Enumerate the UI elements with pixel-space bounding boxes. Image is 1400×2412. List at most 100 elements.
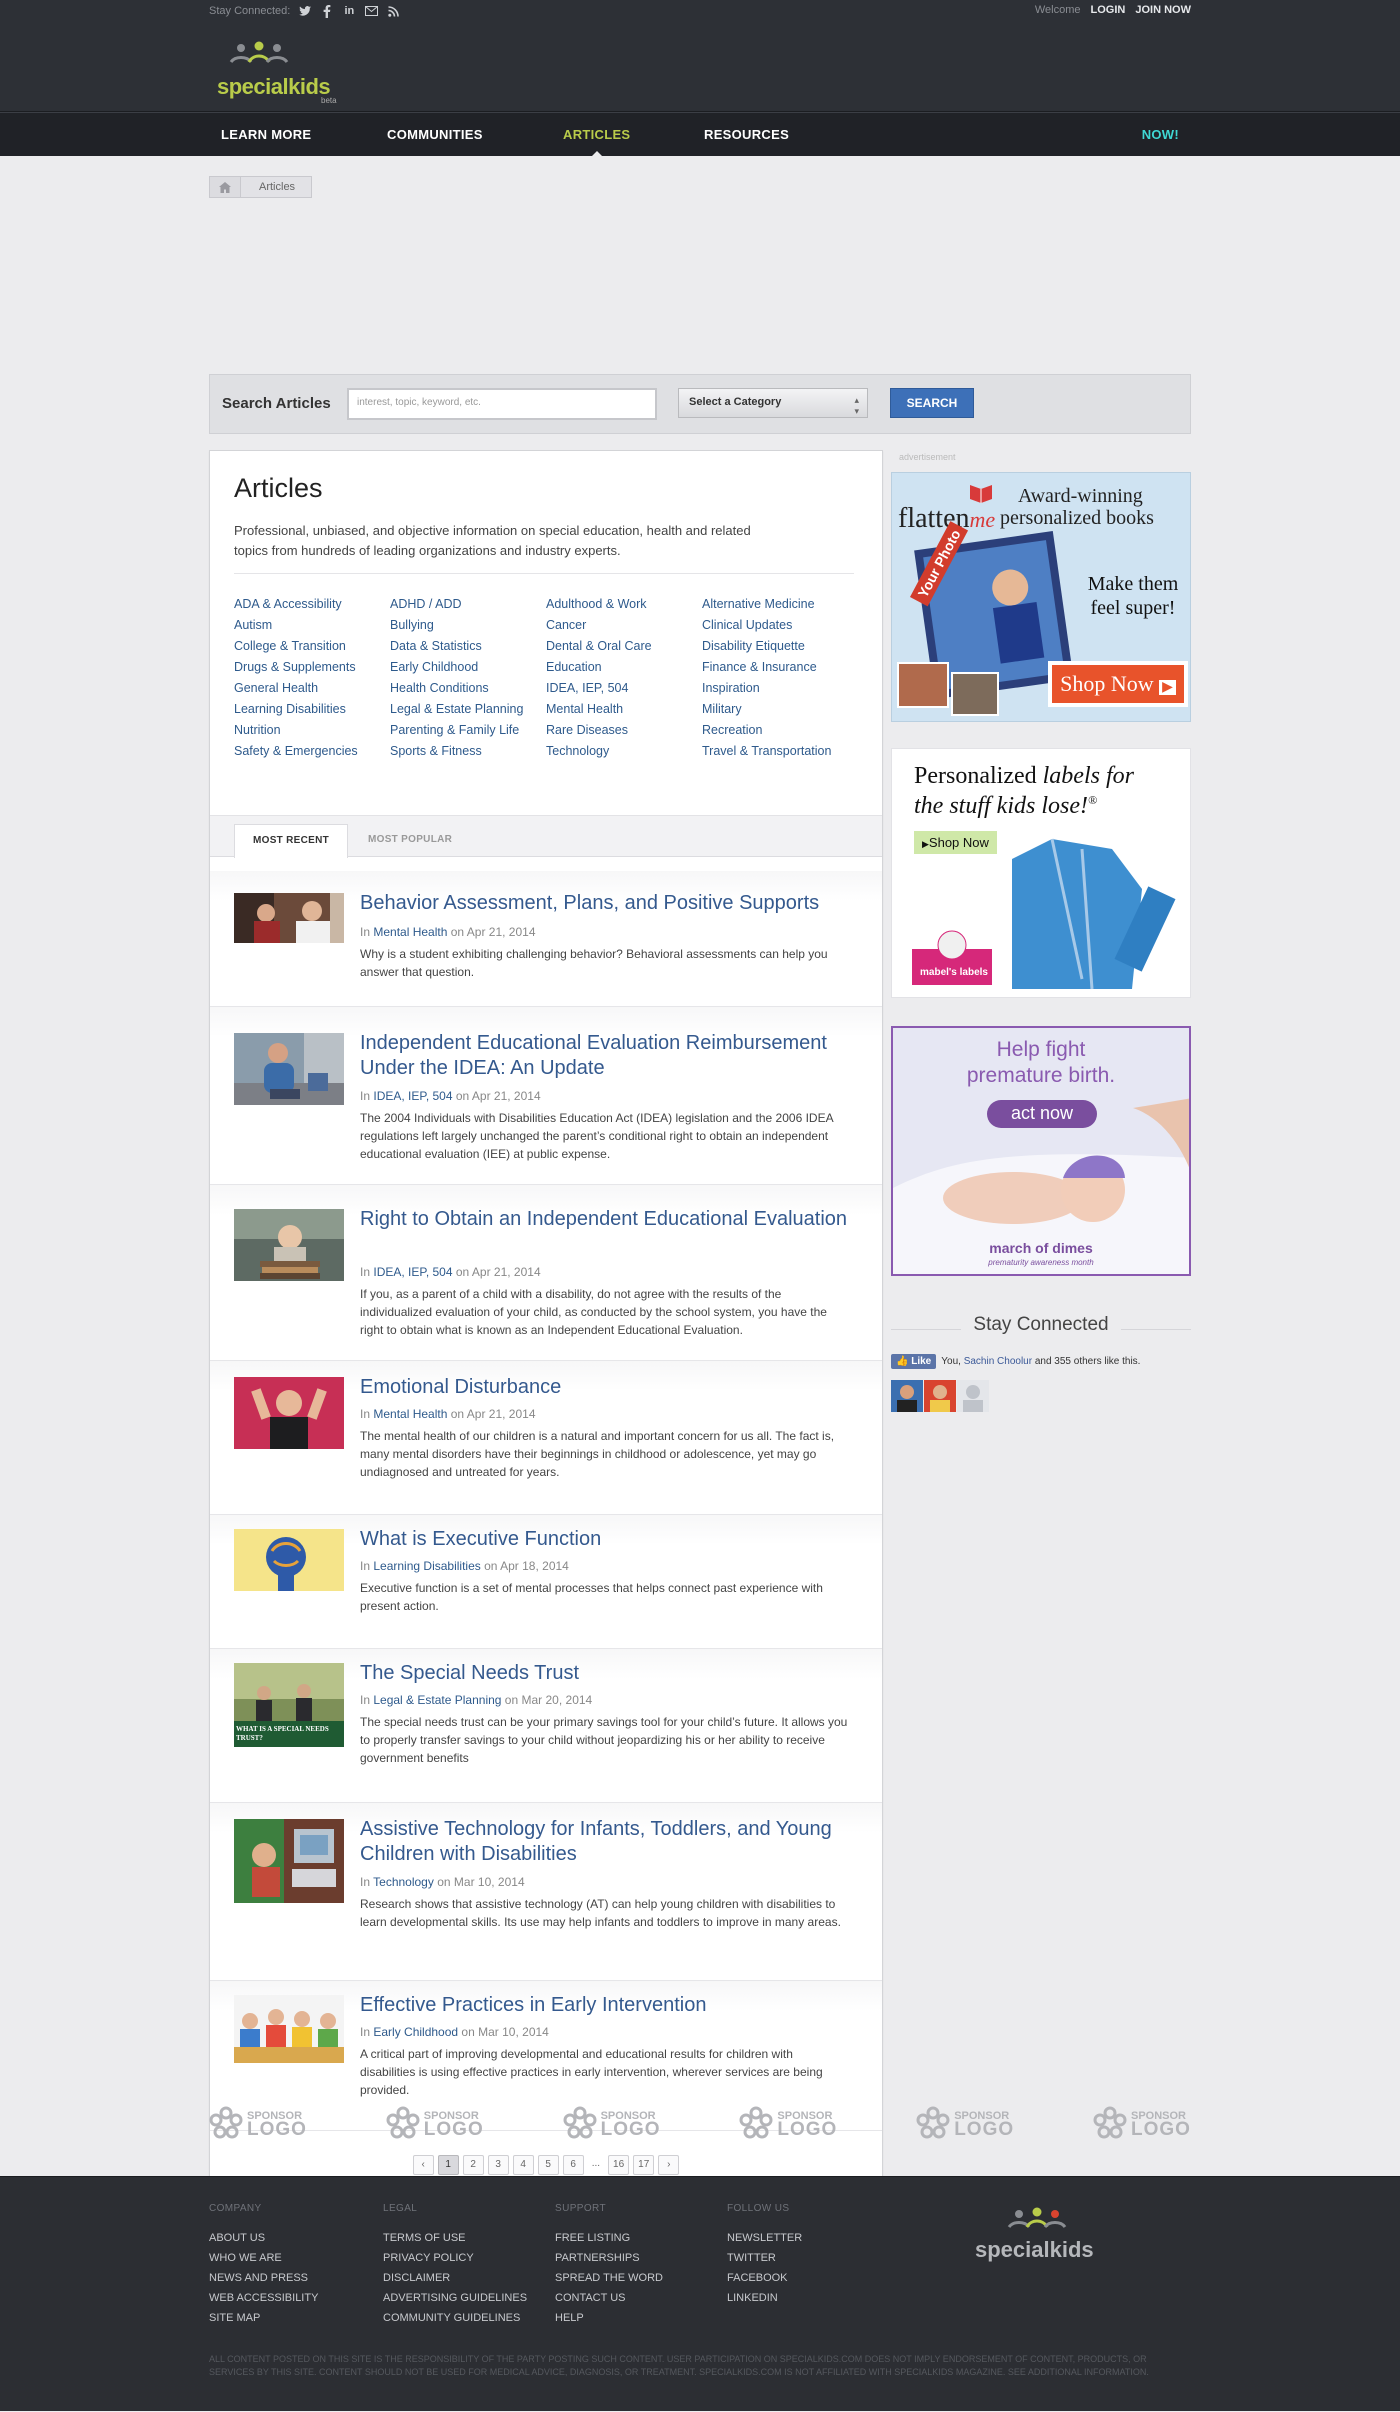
category-link[interactable]: Nutrition	[234, 723, 390, 737]
category-link[interactable]: Drugs & Supplements	[234, 660, 390, 674]
category-link[interactable]: Legal & Estate Planning	[390, 702, 546, 716]
nav-now[interactable]: NOW!	[1142, 113, 1179, 157]
article-thumbnail[interactable]	[234, 893, 344, 943]
category-link[interactable]: IDEA, IEP, 504	[546, 681, 702, 695]
footer-link[interactable]: FREE LISTING	[555, 2228, 663, 2248]
article-category-link[interactable]: IDEA, IEP, 504	[373, 1089, 452, 1103]
linkedin-icon[interactable]: in	[342, 4, 356, 18]
fb-friend-link[interactable]: Sachin Choolur	[964, 1356, 1032, 1367]
category-link[interactable]: Data & Statistics	[390, 639, 546, 653]
footer-link[interactable]: SPREAD THE WORD	[555, 2268, 663, 2288]
category-link[interactable]: Inspiration	[702, 681, 858, 695]
footer-link[interactable]: HELP	[555, 2308, 663, 2328]
article-category-link[interactable]: Mental Health	[373, 925, 447, 939]
avatar[interactable]	[924, 1380, 956, 1412]
category-link[interactable]: Rare Diseases	[546, 723, 702, 737]
footer-link[interactable]: PARTNERSHIPS	[555, 2248, 663, 2268]
email-icon[interactable]	[364, 4, 378, 18]
search-input[interactable]: interest, topic, keyword, etc.	[347, 388, 657, 420]
article-category-link[interactable]: Technology	[373, 1875, 434, 1889]
avatar[interactable]	[891, 1380, 923, 1412]
login-link[interactable]: LOGIN	[1091, 4, 1126, 16]
footer-link[interactable]: FACEBOOK	[727, 2268, 802, 2288]
category-link[interactable]: Travel & Transportation	[702, 744, 858, 758]
rss-icon[interactable]	[386, 4, 400, 18]
prev-page-button[interactable]: ‹	[412, 2155, 434, 2175]
category-link[interactable]: General Health	[234, 681, 390, 695]
article-thumbnail[interactable]: WHAT IS A SPECIAL NEEDS TRUST?	[234, 1663, 344, 1747]
footer-link[interactable]: WHO WE ARE	[209, 2248, 318, 2268]
category-link[interactable]: Dental & Oral Care	[546, 639, 702, 653]
category-link[interactable]: Early Childhood	[390, 660, 546, 674]
category-link[interactable]: Mental Health	[546, 702, 702, 716]
tab-most-popular[interactable]: MOST POPULAR	[350, 824, 470, 858]
category-link[interactable]: Safety & Emergencies	[234, 744, 390, 758]
facebook-like-button[interactable]: 👍 Like	[891, 1354, 937, 1369]
footer-link[interactable]: NEWS AND PRESS	[209, 2268, 318, 2288]
category-link[interactable]: Clinical Updates	[702, 618, 858, 632]
footer-link[interactable]: TWITTER	[727, 2248, 802, 2268]
category-link[interactable]: College & Transition	[234, 639, 390, 653]
category-link[interactable]: Sports & Fitness	[390, 744, 546, 758]
category-link[interactable]: Learning Disabilities	[234, 702, 390, 716]
sponsor-logo[interactable]: SPONSOR LOGO	[739, 2106, 837, 2140]
article-category-link[interactable]: Legal & Estate Planning	[373, 1693, 501, 1707]
sponsor-logo[interactable]: SPONSOR LOGO	[209, 2106, 307, 2140]
category-select[interactable]: Select a Category ▴ ▾	[678, 388, 868, 418]
category-link[interactable]: Disability Etiquette	[702, 639, 858, 653]
twitter-icon[interactable]	[298, 4, 312, 18]
category-link[interactable]: Finance & Insurance	[702, 660, 858, 674]
category-link[interactable]: Education	[546, 660, 702, 674]
article-title[interactable]: Emotional Disturbance	[360, 1375, 860, 1400]
site-logo[interactable]: specialkids beta	[217, 40, 337, 105]
next-page-button[interactable]: ›	[658, 2155, 680, 2175]
article-thumbnail[interactable]	[234, 1529, 344, 1591]
category-link[interactable]: Alternative Medicine	[702, 597, 858, 611]
footer-link[interactable]: TERMS OF USE	[383, 2228, 527, 2248]
footer-link[interactable]: ADVERTISING GUIDELINES	[383, 2288, 527, 2308]
article-title[interactable]: What is Executive Function	[360, 1527, 860, 1552]
footer-link[interactable]: LINKEDIN	[727, 2288, 802, 2308]
article-title[interactable]: Independent Educational Evaluation Reimb…	[360, 1031, 860, 1081]
page-6[interactable]: 6	[562, 2155, 584, 2175]
footer-link[interactable]: DISCLAIMER	[383, 2268, 527, 2288]
article-thumbnail[interactable]	[234, 1819, 344, 1903]
category-link[interactable]: Parenting & Family Life	[390, 723, 546, 737]
article-category-link[interactable]: Early Childhood	[373, 2025, 458, 2039]
article-category-link[interactable]: IDEA, IEP, 504	[373, 1265, 452, 1279]
article-category-link[interactable]: Learning Disabilities	[373, 1559, 480, 1573]
nav-communities[interactable]: COMMUNITIES	[387, 113, 483, 157]
sponsor-logo[interactable]: SPONSOR LOGO	[563, 2106, 661, 2140]
article-title[interactable]: The Special Needs Trust	[360, 1661, 860, 1686]
page-4[interactable]: 4	[512, 2155, 534, 2175]
facebook-icon[interactable]	[320, 4, 334, 18]
join-now-link[interactable]: JOIN NOW	[1135, 4, 1191, 16]
search-button[interactable]: SEARCH	[890, 388, 974, 418]
ad-flattenme[interactable]: Award-winning personalized books flatten…	[891, 472, 1191, 722]
footer-link[interactable]: WEB ACCESSIBILITY	[209, 2288, 318, 2308]
page-2[interactable]: 2	[462, 2155, 484, 2175]
category-link[interactable]: Recreation	[702, 723, 858, 737]
act-now-button[interactable]: act now	[987, 1100, 1097, 1128]
article-title[interactable]: Right to Obtain an Independent Education…	[360, 1207, 860, 1232]
ad2-shop-now-button[interactable]: ▶Shop Now	[914, 831, 997, 854]
category-link[interactable]: Adulthood & Work	[546, 597, 702, 611]
footer-link[interactable]: ABOUT US	[209, 2228, 318, 2248]
nav-learn-more[interactable]: LEARN MORE	[221, 113, 311, 157]
page-3[interactable]: 3	[487, 2155, 509, 2175]
footer-link[interactable]: NEWSLETTER	[727, 2228, 802, 2248]
article-thumbnail[interactable]	[234, 1209, 344, 1281]
tab-most-recent[interactable]: MOST RECENT	[234, 824, 349, 858]
category-link[interactable]: ADHD / ADD	[390, 597, 546, 611]
page-1[interactable]: 1	[437, 2155, 459, 2175]
page-5[interactable]: 5	[537, 2155, 559, 2175]
page-17[interactable]: 17	[633, 2155, 655, 2175]
article-title[interactable]: Behavior Assessment, Plans, and Positive…	[360, 891, 860, 916]
footer-link[interactable]: SITE MAP	[209, 2308, 318, 2328]
category-link[interactable]: ADA & Accessibility	[234, 597, 390, 611]
nav-articles[interactable]: ARTICLES	[563, 113, 630, 157]
avatar[interactable]	[957, 1380, 989, 1412]
category-link[interactable]: Autism	[234, 618, 390, 632]
category-link[interactable]: Technology	[546, 744, 702, 758]
ad1-shop-now-button[interactable]: Shop Now ▶	[1056, 669, 1180, 699]
